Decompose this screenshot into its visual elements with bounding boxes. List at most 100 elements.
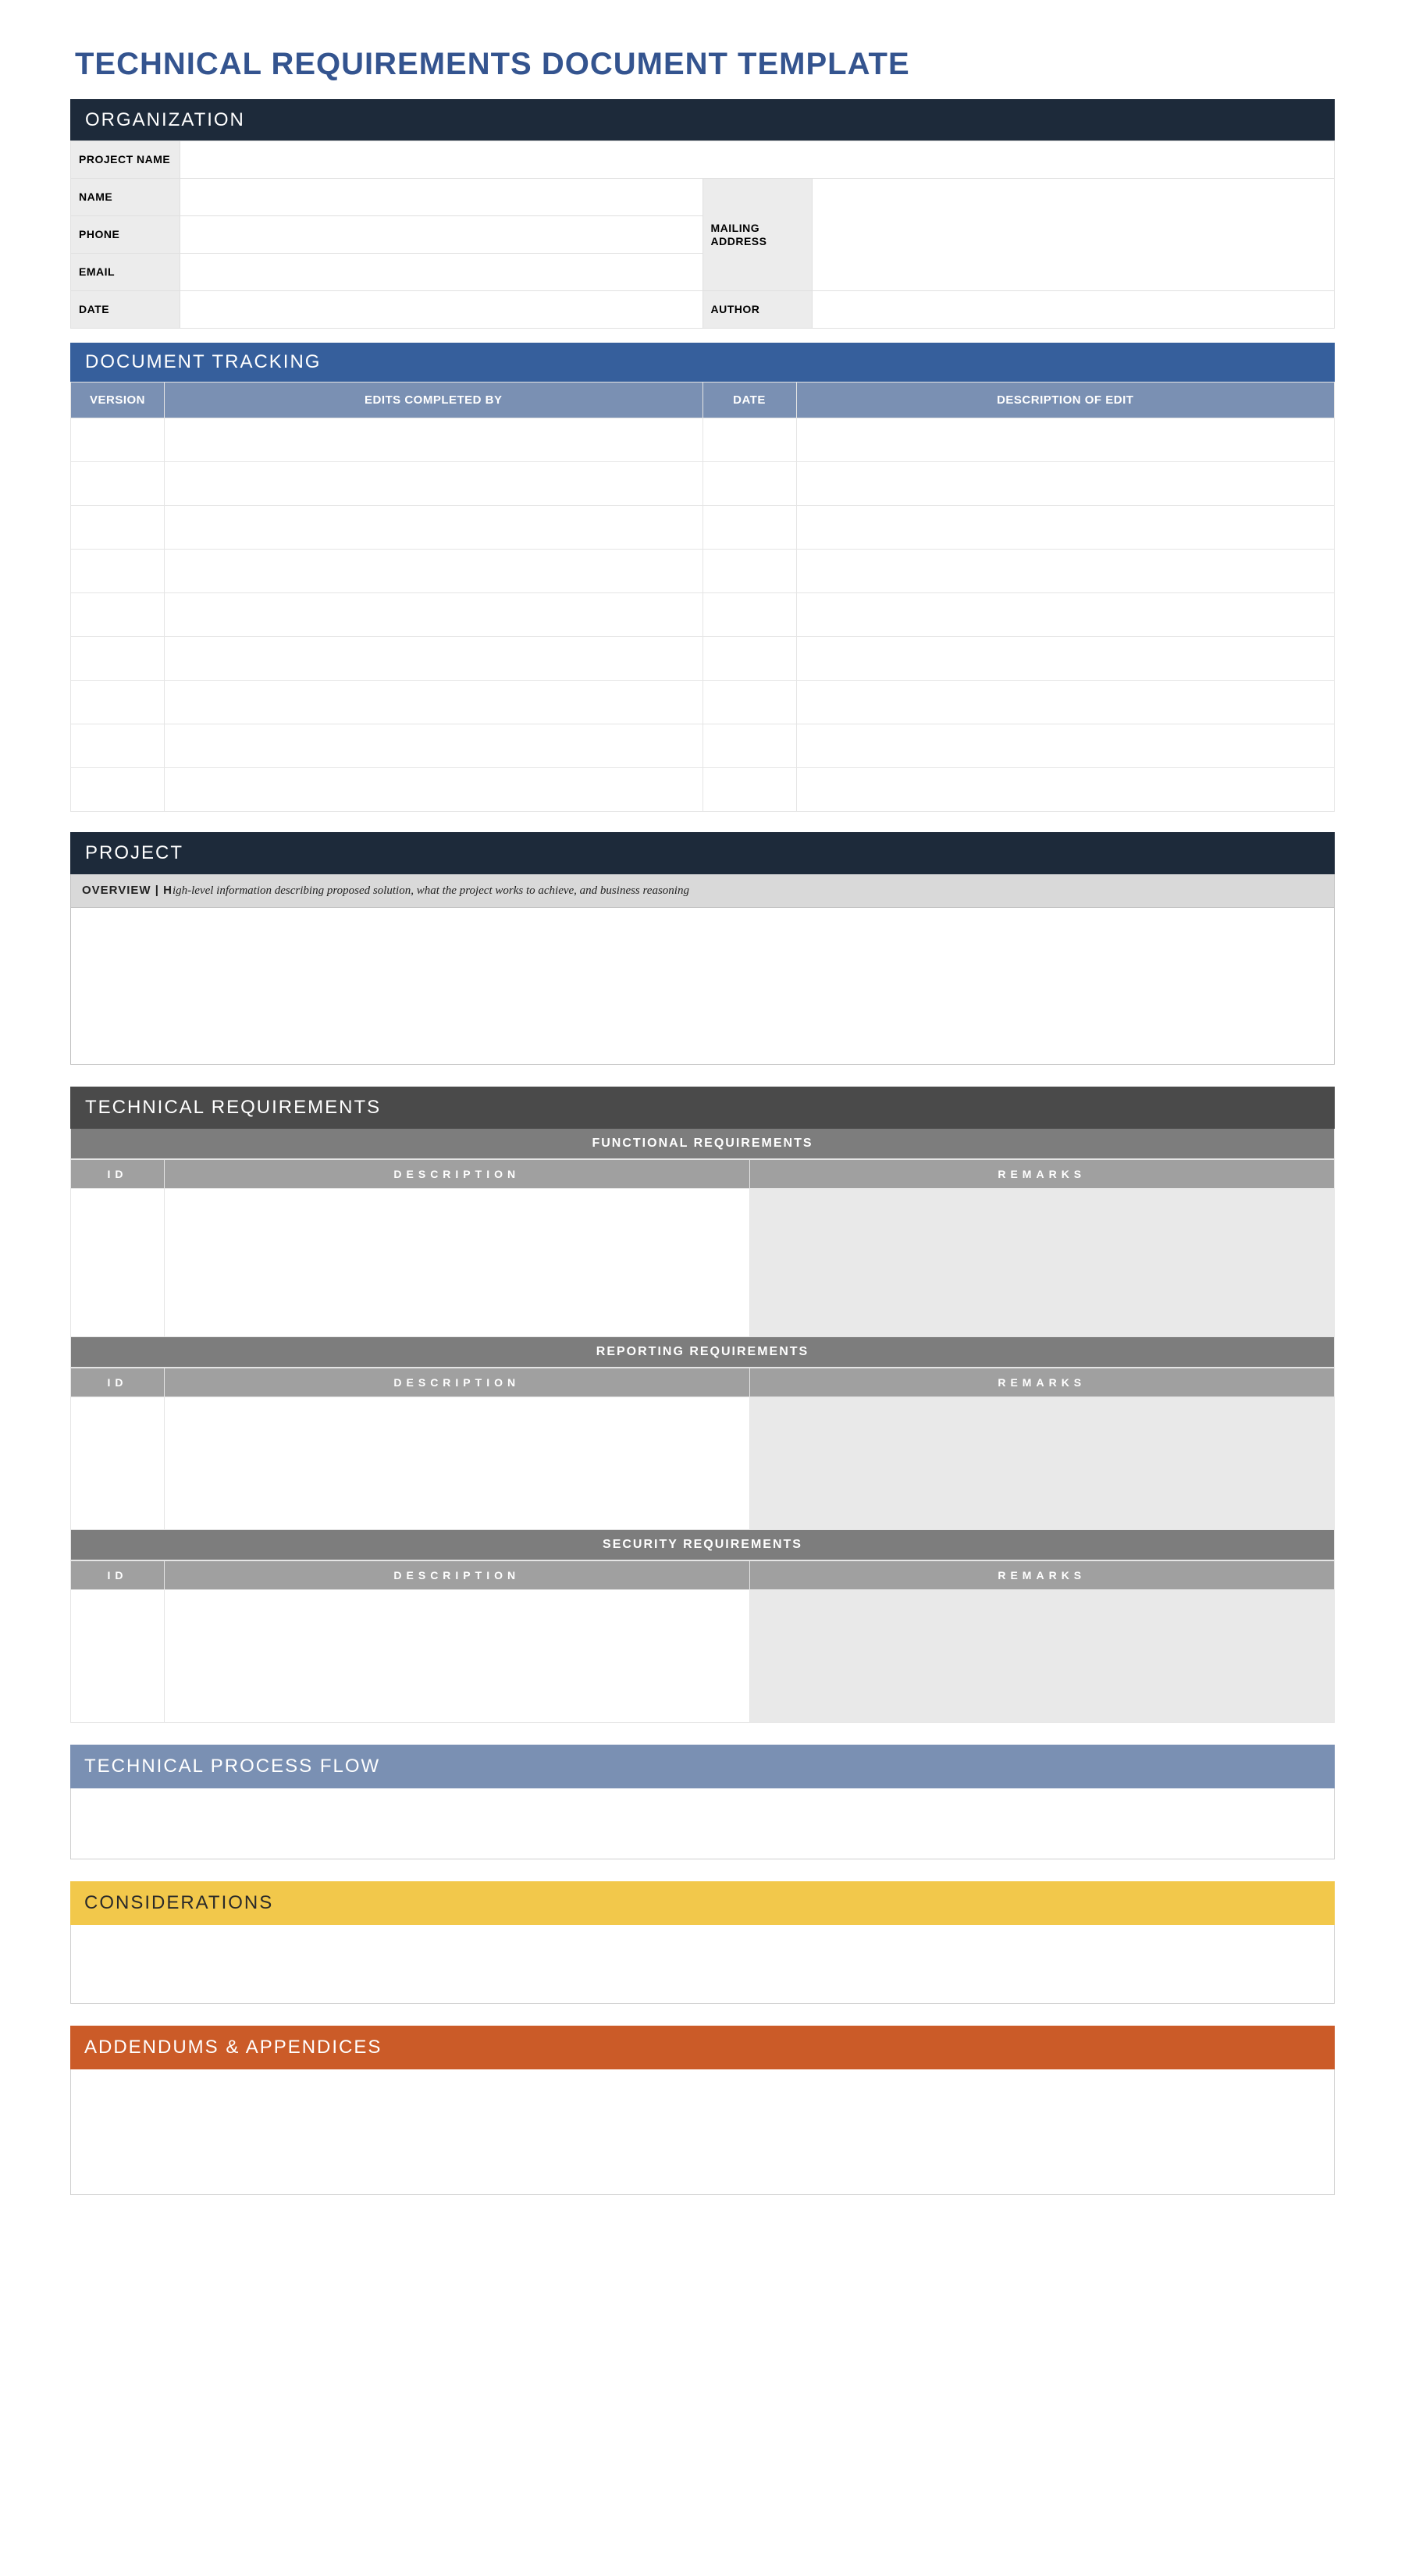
- process-flow-body[interactable]: [70, 1788, 1335, 1859]
- cell-version[interactable]: [71, 724, 165, 768]
- considerations-header: CONSIDERATIONS: [70, 1881, 1335, 1925]
- organization-header: ORGANIZATION: [70, 99, 1335, 141]
- cell-description[interactable]: [796, 593, 1335, 637]
- table-row: [71, 593, 1335, 637]
- value-date[interactable]: [180, 291, 703, 329]
- cell-edits_by[interactable]: [165, 550, 703, 593]
- cell-date[interactable]: [702, 418, 796, 462]
- value-author[interactable]: [812, 291, 1335, 329]
- security-requirements-title: SECURITY REQUIREMENTS: [70, 1530, 1335, 1560]
- cell-version[interactable]: [71, 593, 165, 637]
- cell-edits_by[interactable]: [165, 681, 703, 724]
- cell-version[interactable]: [71, 506, 165, 550]
- table-row: [71, 768, 1335, 812]
- cell-edits_by[interactable]: [165, 593, 703, 637]
- cell-edits_by[interactable]: [165, 724, 703, 768]
- col-remarks: REMARKS: [749, 1368, 1335, 1397]
- cell-description[interactable]: [796, 550, 1335, 593]
- value-mailing-address[interactable]: [812, 179, 1335, 291]
- addendums-header: ADDENDUMS & APPENDICES: [70, 2026, 1335, 2069]
- overview-rest: igh-level information describing propose…: [173, 884, 689, 897]
- cell-version[interactable]: [71, 462, 165, 506]
- table-row: [71, 506, 1335, 550]
- table-row: [71, 1189, 1335, 1337]
- org-row-project: PROJECT NAME: [71, 141, 1335, 179]
- col-date: DATE: [702, 382, 796, 418]
- value-project-name[interactable]: [180, 141, 1335, 179]
- overview-lead: OVERVIEW | H: [82, 884, 173, 897]
- cell-version[interactable]: [71, 637, 165, 681]
- req-headrow: ID DESCRIPTION REMARKS: [71, 1160, 1335, 1189]
- cell-date[interactable]: [702, 637, 796, 681]
- col-id: ID: [71, 1561, 165, 1590]
- cell-remarks[interactable]: [749, 1590, 1335, 1723]
- col-remarks: REMARKS: [749, 1160, 1335, 1189]
- functional-requirements-title: FUNCTIONAL REQUIREMENTS: [70, 1129, 1335, 1159]
- table-row: [71, 462, 1335, 506]
- organization-table: PROJECT NAME NAME MAILING ADDRESS PHONE …: [70, 141, 1335, 329]
- label-author: AUTHOR: [702, 291, 812, 329]
- cell-edits_by[interactable]: [165, 506, 703, 550]
- cell-date[interactable]: [702, 506, 796, 550]
- addendums-body[interactable]: [70, 2069, 1335, 2195]
- table-row: [71, 681, 1335, 724]
- table-row: [71, 418, 1335, 462]
- reporting-requirements-title: REPORTING REQUIREMENTS: [70, 1337, 1335, 1368]
- cell-version[interactable]: [71, 550, 165, 593]
- table-row: [71, 724, 1335, 768]
- value-phone[interactable]: [180, 216, 703, 254]
- cell-description[interactable]: [796, 768, 1335, 812]
- cell-id[interactable]: [71, 1397, 165, 1530]
- cell-version[interactable]: [71, 681, 165, 724]
- considerations-body[interactable]: [70, 1925, 1335, 2004]
- col-description: DESCRIPTION: [165, 1368, 750, 1397]
- cell-id[interactable]: [71, 1590, 165, 1723]
- doc-tracking-table: VERSION EDITS COMPLETED BY DATE DESCRIPT…: [70, 382, 1335, 812]
- cell-version[interactable]: [71, 768, 165, 812]
- cell-description[interactable]: [796, 506, 1335, 550]
- project-header: PROJECT: [70, 832, 1335, 874]
- doc-tracking-headrow: VERSION EDITS COMPLETED BY DATE DESCRIPT…: [71, 382, 1335, 418]
- label-date: DATE: [71, 291, 180, 329]
- col-description: DESCRIPTION OF EDIT: [796, 382, 1335, 418]
- project-overview-body[interactable]: [70, 908, 1335, 1065]
- document-page: TECHNICAL REQUIREMENTS DOCUMENT TEMPLATE…: [0, 0, 1405, 2576]
- label-email: EMAIL: [71, 254, 180, 291]
- req-headrow: ID DESCRIPTION REMARKS: [71, 1368, 1335, 1397]
- cell-description[interactable]: [796, 637, 1335, 681]
- cell-description[interactable]: [165, 1397, 750, 1530]
- cell-description[interactable]: [796, 681, 1335, 724]
- cell-description[interactable]: [796, 462, 1335, 506]
- cell-remarks[interactable]: [749, 1397, 1335, 1530]
- value-email[interactable]: [180, 254, 703, 291]
- table-row: [71, 550, 1335, 593]
- cell-description[interactable]: [796, 418, 1335, 462]
- req-headrow: ID DESCRIPTION REMARKS: [71, 1561, 1335, 1590]
- cell-description[interactable]: [165, 1590, 750, 1723]
- col-version: VERSION: [71, 382, 165, 418]
- cell-version[interactable]: [71, 418, 165, 462]
- cell-date[interactable]: [702, 768, 796, 812]
- cell-edits_by[interactable]: [165, 418, 703, 462]
- cell-edits_by[interactable]: [165, 768, 703, 812]
- table-row: [71, 1397, 1335, 1530]
- cell-edits_by[interactable]: [165, 462, 703, 506]
- value-name[interactable]: [180, 179, 703, 216]
- page-title: TECHNICAL REQUIREMENTS DOCUMENT TEMPLATE: [75, 47, 1335, 82]
- cell-date[interactable]: [702, 724, 796, 768]
- reporting-requirements-table: ID DESCRIPTION REMARKS: [70, 1368, 1335, 1530]
- col-remarks: REMARKS: [749, 1561, 1335, 1590]
- cell-id[interactable]: [71, 1189, 165, 1337]
- cell-description[interactable]: [165, 1189, 750, 1337]
- col-id: ID: [71, 1160, 165, 1189]
- cell-date[interactable]: [702, 550, 796, 593]
- cell-date[interactable]: [702, 593, 796, 637]
- org-row-name: NAME MAILING ADDRESS: [71, 179, 1335, 216]
- cell-date[interactable]: [702, 462, 796, 506]
- functional-requirements-table: ID DESCRIPTION REMARKS: [70, 1159, 1335, 1337]
- cell-date[interactable]: [702, 681, 796, 724]
- table-row: [71, 637, 1335, 681]
- cell-description[interactable]: [796, 724, 1335, 768]
- cell-edits_by[interactable]: [165, 637, 703, 681]
- cell-remarks[interactable]: [749, 1189, 1335, 1337]
